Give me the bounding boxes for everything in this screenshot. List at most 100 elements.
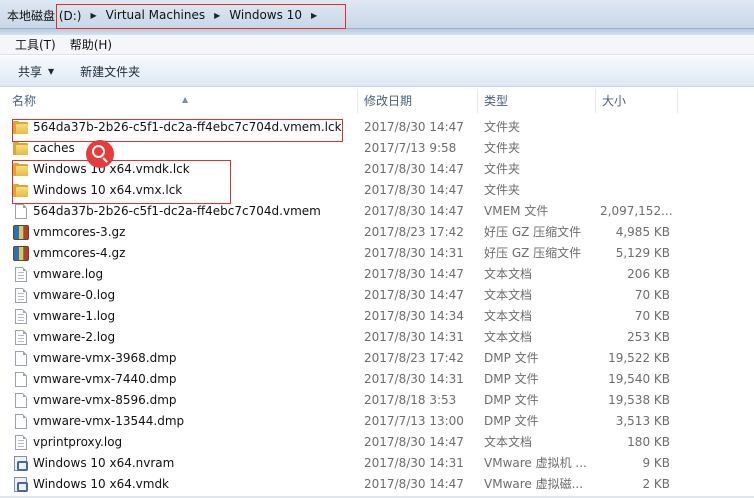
- file-type: VMware 虚拟磁...: [484, 477, 584, 491]
- breadcrumb-virtual-machines[interactable]: Virtual Machines: [103, 8, 209, 22]
- file-date: 2017/8/30 14:31: [364, 246, 464, 260]
- file-name: 564da37b-2b26-c5f1-dc2a-ff4ebc7c704d.vme…: [33, 204, 321, 218]
- file-row[interactable]: vprintproxy.log 2017/8/30 14:47 文本文档 180 KB: [0, 432, 754, 453]
- file-size: 206 KB: [627, 267, 670, 281]
- file-list: 564da37b-2b26-c5f1-dc2a-ff4ebc7c704d.vme…: [0, 117, 754, 495]
- file-row[interactable]: 564da37b-2b26-c5f1-dc2a-ff4ebc7c704d.vme…: [0, 117, 754, 138]
- file-date: 2017/8/18 3:53: [364, 393, 457, 407]
- file-type: 文本文档: [484, 267, 533, 281]
- file-row[interactable]: vmware-vmx-3968.dmp 2017/8/23 17:42 DMP 文件…: [0, 348, 754, 369]
- file-name: Windows 10 x64.vmx.lck: [33, 183, 183, 197]
- file-row[interactable]: Windows 10 x64.nvram 2017/8/30 14:31 VMwar…: [0, 453, 754, 474]
- file-name: vmware-1.log: [33, 309, 116, 323]
- file-size: 19,540 KB: [608, 372, 670, 386]
- file-type: 文本文档: [484, 288, 533, 302]
- chevron-right-icon[interactable]: ▶: [84, 11, 102, 20]
- file-name: vmware-2.log: [33, 330, 116, 344]
- file-row[interactable]: vmware-vmx-13544.dmp 2017/7/13 13:00 DMP 文…: [0, 411, 754, 432]
- archive-icon: [13, 225, 29, 240]
- share-button[interactable]: 共享 ▼: [18, 63, 54, 80]
- file-row[interactable]: vmware-0.log 2017/8/30 14:47 文本文档 70 KB: [0, 285, 754, 306]
- file-date: 2017/7/13 9:58: [364, 141, 457, 155]
- file-type: DMP 文件: [484, 351, 539, 365]
- text-file-icon: [15, 330, 27, 345]
- file-row[interactable]: vmware-2.log 2017/8/30 14:31 文本文档 253 KB: [0, 327, 754, 348]
- file-name: vmmcores-3.gz: [33, 225, 126, 239]
- file-name: vmware-vmx-8596.dmp: [33, 393, 177, 407]
- file-date: 2017/8/30 14:31: [364, 456, 464, 470]
- column-type[interactable]: 类型: [478, 89, 596, 113]
- new-folder-button[interactable]: 新建文件夹: [80, 63, 140, 80]
- column-size-label: 大小: [602, 94, 627, 108]
- file-size: 2 KB: [642, 477, 670, 491]
- folder-icon: [13, 184, 28, 197]
- file-name: vprintproxy.log: [33, 435, 123, 449]
- file-name: vmware-0.log: [33, 288, 116, 302]
- file-icon: [15, 372, 27, 387]
- file-date: 2017/8/30 14:47: [364, 267, 464, 281]
- file-row[interactable]: vmware-1.log 2017/8/30 14:34 文本文档 70 KB: [0, 306, 754, 327]
- file-type: 文件夹: [484, 183, 521, 197]
- address-bar[interactable]: 本地磁盘 (D:) ▶ Virtual Machines ▶ Windows 1…: [0, 0, 754, 29]
- file-size: 2,097,152...: [600, 204, 673, 218]
- file-icon: [15, 414, 27, 429]
- file-type: VMware 虚拟机 ...: [484, 456, 587, 470]
- column-header: 名称 ▲ 修改日期 类型 大小: [0, 89, 754, 113]
- file-date: 2017/7/13 13:00: [364, 414, 464, 428]
- file-type: DMP 文件: [484, 393, 539, 407]
- file-date: 2017/8/30 14:47: [364, 477, 464, 491]
- breadcrumb-windows10[interactable]: Windows 10: [226, 8, 305, 22]
- file-date: 2017/8/30 14:47: [364, 120, 464, 134]
- file-row[interactable]: 564da37b-2b26-c5f1-dc2a-ff4ebc7c704d.vme…: [0, 201, 754, 222]
- file-row[interactable]: Windows 10 x64.vmdk 2017/8/30 14:47 VMware…: [0, 474, 754, 495]
- column-date-label: 修改日期: [364, 94, 413, 108]
- file-row[interactable]: vmware.log 2017/8/30 14:47 文本文档 206 KB: [0, 264, 754, 285]
- file-type: 文本文档: [484, 435, 533, 449]
- file-date: 2017/8/30 14:47: [364, 204, 464, 218]
- column-name[interactable]: 名称 ▲: [6, 89, 358, 113]
- file-row[interactable]: vmmcores-3.gz 2017/8/23 17:42 好压 GZ 压缩文件 4,…: [0, 222, 754, 243]
- folder-icon: [13, 163, 28, 176]
- menu-tools[interactable]: 工具(T): [8, 36, 63, 53]
- file-date: 2017/8/30 14:47: [364, 183, 464, 197]
- text-file-icon: [15, 288, 27, 303]
- file-date: 2017/8/30 14:34: [364, 309, 464, 323]
- file-type: VMEM 文件: [484, 204, 549, 218]
- file-date: 2017/8/30 14:47: [364, 288, 464, 302]
- file-date: 2017/8/30 14:47: [364, 435, 464, 449]
- file-row[interactable]: Windows 10 x64.vmdk.lck 2017/8/30 14:47 文件…: [0, 159, 754, 180]
- file-size: 253 KB: [627, 330, 670, 344]
- file-type: 文件夹: [484, 162, 521, 176]
- file-type: 文件夹: [484, 141, 521, 155]
- caret-down-icon: ▼: [48, 66, 55, 76]
- breadcrumb-drive[interactable]: 本地磁盘 (D:): [4, 7, 84, 24]
- file-size: 19,522 KB: [608, 351, 670, 365]
- file-row[interactable]: Windows 10 x64.vmx.lck 2017/8/30 14:47 文件夹: [0, 180, 754, 201]
- vmware-file-icon: [14, 456, 28, 471]
- file-name: vmware-vmx-3968.dmp: [33, 351, 177, 365]
- file-size: 9 KB: [642, 456, 670, 470]
- menu-help[interactable]: 帮助(H): [63, 36, 119, 53]
- chevron-right-icon[interactable]: ▶: [208, 11, 226, 20]
- file-row[interactable]: vmmcores-4.gz 2017/8/30 14:31 好压 GZ 压缩文件 5,…: [0, 243, 754, 264]
- command-bar: 共享 ▼ 新建文件夹: [0, 56, 754, 87]
- column-date[interactable]: 修改日期: [358, 89, 478, 113]
- chevron-right-icon[interactable]: ▶: [305, 11, 323, 20]
- file-icon: [15, 351, 27, 366]
- file-date: 2017/8/30 14:31: [364, 330, 464, 344]
- file-type: 文件夹: [484, 120, 521, 134]
- file-size: 180 KB: [627, 435, 670, 449]
- file-row[interactable]: vmware-vmx-7440.dmp 2017/8/30 14:31 DMP 文件…: [0, 369, 754, 390]
- file-size: 70 KB: [634, 309, 670, 323]
- sort-up-icon: ▲: [182, 95, 189, 104]
- file-size: 5,129 KB: [615, 246, 670, 260]
- file-row[interactable]: vmware-vmx-8596.dmp 2017/8/18 3:53 DMP 文件 1…: [0, 390, 754, 411]
- file-name: vmware-vmx-13544.dmp: [33, 414, 185, 428]
- file-date: 2017/8/23 17:42: [364, 351, 464, 365]
- magnifier-icon[interactable]: [86, 140, 114, 168]
- vmware-disk-icon: [14, 477, 28, 492]
- column-size[interactable]: 大小: [596, 89, 678, 113]
- share-label: 共享: [18, 64, 43, 79]
- file-type: 文本文档: [484, 330, 533, 344]
- text-file-icon: [15, 435, 27, 450]
